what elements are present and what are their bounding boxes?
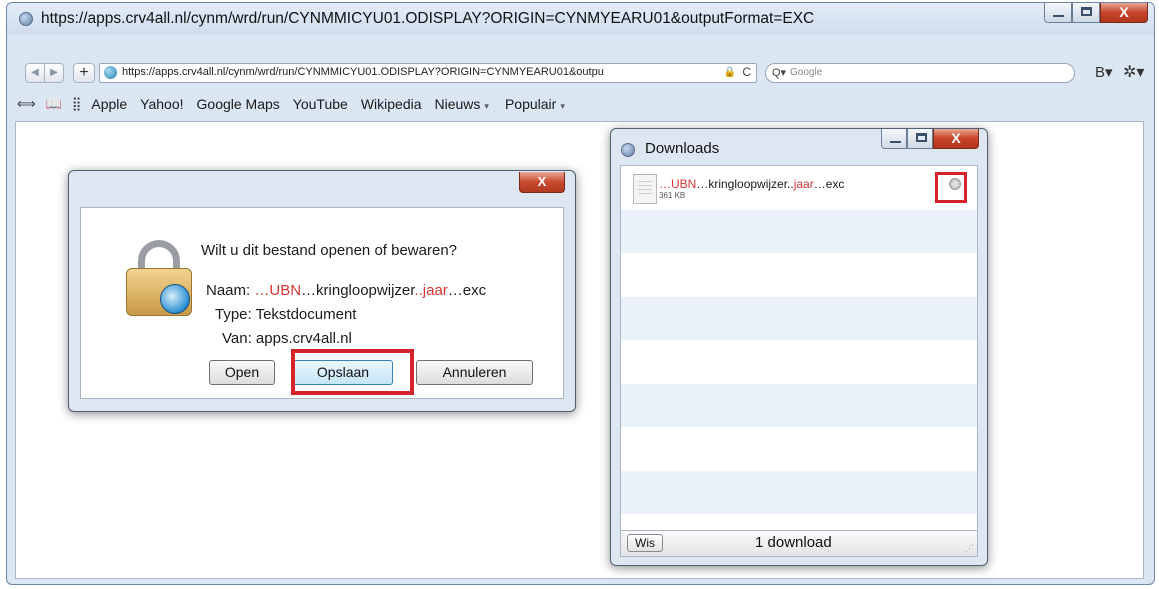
download-count: 1 download [755, 534, 832, 551]
filename-ellipsis: … [254, 282, 270, 299]
maximize-icon [1081, 7, 1092, 16]
reading-list-icon[interactable]: ⟺ [17, 96, 36, 112]
bookmark-populair-menu[interactable]: Populair ▾ [505, 96, 565, 112]
lock-icon: 🔒 [723, 67, 736, 78]
bookmark-google-maps[interactable]: Google Maps [197, 96, 280, 112]
address-bar[interactable]: https://apps.crv4all.nl/cynm/wrd/run/CYN… [99, 63, 757, 83]
downloads-list: …UBN…kringloopwijzer..jaar…exc 361 KB [620, 165, 978, 531]
filename-jaar: jaar [793, 177, 814, 191]
globe-icon [19, 12, 33, 26]
minimize-icon [1053, 15, 1064, 17]
page-menu-icon[interactable]: B▾ [1095, 63, 1113, 81]
minimize-icon [890, 141, 901, 143]
list-item [621, 514, 977, 530]
clear-button[interactable]: Wis [627, 534, 663, 552]
address-text[interactable]: https://apps.crv4all.nl/cynm/wrd/run/CYN… [122, 66, 712, 78]
download-size: 361 KB [659, 191, 686, 200]
maximize-button[interactable] [907, 129, 933, 149]
chevron-down-icon: ▾ [560, 101, 565, 111]
downloads-footer: Wis 1 download ⋰ [620, 531, 978, 557]
downloads-window-controls: X [881, 129, 979, 149]
filename-ellipsis: .. [414, 282, 423, 299]
forward-button[interactable]: ▶ [44, 63, 64, 83]
file-name-row: Naam: …UBN…kringloopwijzer..jaar…exc [206, 282, 486, 299]
file-source: Van: apps.crv4all.nl [222, 330, 352, 347]
reload-icon[interactable]: C [742, 65, 751, 79]
list-item [621, 209, 977, 253]
downloads-title: Downloads [645, 140, 720, 157]
open-button[interactable]: Open [209, 360, 275, 385]
lock-icon [126, 240, 194, 318]
list-item [621, 470, 977, 514]
minimize-button[interactable] [881, 129, 907, 149]
filename-ubn: UBN [671, 177, 697, 191]
filename-ellipsis: … [301, 282, 317, 299]
maximize-icon [916, 133, 927, 142]
close-button[interactable]: X [1100, 3, 1148, 23]
globe-icon [621, 143, 635, 157]
safari-icon [160, 284, 190, 314]
filename-kringloopwijzer: …kringloopwijzer.. [696, 177, 794, 191]
filename-extension: …exc [447, 282, 487, 299]
book-icon[interactable]: 📖 [46, 96, 62, 112]
downloads-window: Downloads X …UBN…kringloopwijzer..jaar…e… [610, 128, 988, 566]
resize-grip-icon[interactable]: ⋰ [965, 543, 974, 554]
filename-kringloopwijzer: kringloopwijzer [316, 282, 415, 299]
window-title: https://apps.crv4all.nl/cynm/wrd/run/CYN… [41, 10, 815, 27]
chevron-down-icon: ▾ [484, 101, 489, 111]
list-item [621, 340, 977, 384]
list-item[interactable]: …UBN…kringloopwijzer..jaar…exc 361 KB [621, 166, 977, 210]
reveal-icon-highlight [935, 172, 967, 203]
search-icon[interactable]: Q▾ [772, 66, 786, 79]
download-filename: …UBN…kringloopwijzer..jaar…exc [659, 177, 844, 191]
bookmark-apple[interactable]: Apple [91, 96, 127, 112]
bookmark-wikipedia[interactable]: Wikipedia [361, 96, 422, 112]
title-bar: https://apps.crv4all.nl/cynm/wrd/run/CYN… [7, 3, 1154, 35]
bookmark-yahoo[interactable]: Yahoo! [140, 96, 183, 112]
maximize-button[interactable] [1072, 3, 1100, 23]
bookmark-populair-label: Populair [504, 96, 557, 112]
search-placeholder: Google [790, 67, 823, 78]
gear-icon[interactable]: ✲▾ [1123, 62, 1144, 82]
bookmark-nieuws-label: Nieuws [434, 96, 481, 112]
bookmark-youtube[interactable]: YouTube [293, 96, 348, 112]
bookmarks-bar: ⟺ 📖 ⣿ Apple Yahoo! Google Maps YouTube W… [17, 93, 581, 115]
filename-extension: …exc [813, 177, 845, 191]
list-item [621, 253, 977, 297]
dialog-question: Wilt u dit bestand openen of bewaren? [201, 242, 458, 259]
back-button[interactable]: ◀ [25, 63, 45, 83]
list-item [621, 427, 977, 471]
list-item [621, 383, 977, 427]
document-icon [633, 174, 657, 204]
site-icon [104, 66, 117, 79]
minimize-button[interactable] [1044, 3, 1072, 23]
navigation-toolbar: ◀ ▶ + https://apps.crv4all.nl/cynm/wrd/r… [15, 61, 1146, 87]
cancel-button[interactable]: Annuleren [416, 360, 533, 385]
list-item [621, 296, 977, 340]
add-bookmark-button[interactable]: + [73, 63, 95, 83]
search-input[interactable]: Q▾ Google [765, 63, 1075, 83]
top-sites-icon[interactable]: ⣿ [72, 96, 82, 112]
filename-jaar: jaar [422, 282, 448, 299]
filename-ubn: UBN [269, 282, 302, 299]
save-button-highlight [291, 349, 414, 395]
bookmark-nieuws-menu[interactable]: Nieuws ▾ [435, 96, 489, 112]
naam-label: Naam: [206, 282, 251, 299]
window-controls: X [1044, 3, 1148, 23]
filename-ellipsis: … [659, 177, 671, 191]
file-type: Type: Tekstdocument [215, 306, 357, 323]
close-button[interactable]: X [933, 129, 979, 149]
dialog-close-button[interactable]: X [519, 172, 565, 193]
